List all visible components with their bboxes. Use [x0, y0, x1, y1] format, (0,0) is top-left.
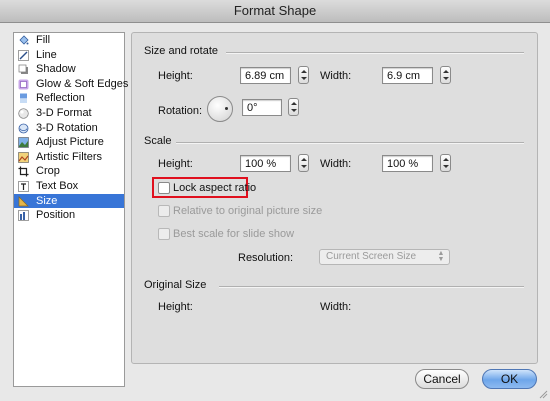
- shadow-icon: [18, 64, 29, 75]
- glow-icon: [18, 79, 29, 90]
- sidebar-item-reflection[interactable]: Reflection: [14, 91, 124, 106]
- lock-aspect-label[interactable]: Lock aspect ratio: [173, 182, 256, 194]
- resolution-label: Resolution:: [238, 252, 294, 264]
- ok-button[interactable]: OK: [482, 369, 537, 389]
- relative-size-checkbox[interactable]: [158, 205, 170, 217]
- sidebar-item-text-box[interactable]: Text Box: [14, 179, 124, 194]
- width-stepper[interactable]: [440, 66, 451, 84]
- height-field[interactable]: 6.89 cm: [240, 67, 291, 84]
- sidebar-item-crop[interactable]: Crop: [14, 164, 124, 179]
- 3d-rotation-icon: [18, 123, 29, 134]
- sidebar-item-line[interactable]: Line: [14, 48, 124, 63]
- sidebar-item-label: 3-D Format: [36, 106, 92, 119]
- rotation-stepper[interactable]: [288, 98, 299, 116]
- scale-heading: Scale: [144, 135, 172, 147]
- sidebar-item-label: Reflection: [36, 92, 85, 105]
- scale-height-field[interactable]: 100 %: [240, 155, 291, 172]
- sidebar-item-label: Glow & Soft Edges: [36, 77, 129, 90]
- select-arrows-icon: ▲ ▼: [437, 250, 445, 263]
- original-size-heading: Original Size: [144, 279, 207, 291]
- relative-size-label: Relative to original picture size: [173, 205, 323, 217]
- adjust-picture-icon: [18, 137, 29, 148]
- category-sidebar: Fill Line Shadow Glow & Soft Edges Reflectio…: [13, 32, 128, 387]
- sidebar-item-label: Adjust Picture: [36, 136, 104, 149]
- original-height-label: Height:: [158, 301, 193, 313]
- position-icon: [18, 210, 29, 221]
- sidebar-item-adjust-picture[interactable]: Adjust Picture: [14, 135, 124, 150]
- text-box-icon: [18, 181, 29, 192]
- sidebar-item-shadow[interactable]: Shadow: [14, 62, 124, 77]
- sidebar-item-position[interactable]: Position: [14, 208, 124, 223]
- resolution-value: Current Screen Size: [326, 251, 417, 262]
- line-icon: [18, 49, 29, 61]
- scale-width-field[interactable]: 100 %: [382, 155, 433, 172]
- sidebar-item-label: Crop: [36, 165, 60, 178]
- dialog-body: Fill Line Shadow Glow & Soft Edges Reflectio…: [0, 23, 550, 401]
- size-icon: [18, 195, 29, 207]
- size-rotate-heading: Size and rotate: [144, 45, 218, 57]
- sidebar-item-label: Text Box: [36, 179, 79, 192]
- section-divider: [176, 142, 524, 144]
- section-divider: [226, 52, 524, 54]
- sidebar-item-label: Shadow: [36, 63, 76, 76]
- width-label: Width:: [320, 70, 352, 82]
- height-stepper[interactable]: [298, 66, 309, 84]
- resize-grip-icon[interactable]: [538, 389, 548, 399]
- best-scale-checkbox[interactable]: [158, 228, 170, 240]
- scale-height-stepper[interactable]: [298, 154, 309, 172]
- paint-bucket-icon: [18, 35, 29, 46]
- sidebar-item-size[interactable]: Size: [14, 193, 124, 209]
- cancel-button[interactable]: Cancel: [415, 369, 469, 389]
- lock-aspect-checkbox[interactable]: [158, 182, 170, 194]
- sidebar-item-artistic-filters[interactable]: Artistic Filters: [14, 150, 124, 165]
- artistic-filters-icon: [18, 151, 29, 163]
- original-width-label: Width:: [320, 301, 352, 313]
- sidebar-item-3-d-format[interactable]: 3-D Format: [14, 106, 124, 121]
- size-panel: Size and rotate Height: 6.89 cm Width: 6…: [131, 32, 538, 364]
- resolution-select[interactable]: Current Screen Size ▲ ▼: [319, 249, 450, 265]
- rotation-dial[interactable]: [207, 96, 233, 122]
- sidebar-item-label: Size: [36, 194, 58, 207]
- sidebar-item-label: 3-D Rotation: [36, 121, 98, 134]
- width-field[interactable]: 6.9 cm: [382, 67, 433, 84]
- rotation-label: Rotation:: [158, 105, 203, 117]
- rotation-field[interactable]: 0°: [242, 99, 282, 116]
- sidebar-item-label: Position: [36, 209, 76, 222]
- sidebar-item-label: Line: [36, 48, 57, 61]
- window-title: Format Shape: [0, 0, 550, 23]
- scale-width-stepper[interactable]: [440, 154, 451, 172]
- sidebar-item-label: Fill: [36, 34, 51, 46]
- sidebar-item-glow-soft-edges[interactable]: Glow & Soft Edges: [14, 77, 128, 92]
- 3d-format-icon: [18, 108, 29, 119]
- section-divider: [219, 286, 524, 288]
- height-label: Height:: [158, 70, 193, 82]
- sidebar-item-fill[interactable]: Fill: [14, 33, 124, 48]
- best-scale-label: Best scale for slide show: [173, 228, 295, 240]
- crop-icon: [18, 166, 29, 177]
- sidebar-item-label: Artistic Filters: [36, 150, 102, 163]
- sidebar-item-3-d-rotation[interactable]: 3-D Rotation: [14, 121, 124, 136]
- scale-width-label: Width:: [320, 158, 352, 170]
- reflection-icon: [18, 93, 29, 104]
- scale-height-label: Height:: [158, 158, 193, 170]
